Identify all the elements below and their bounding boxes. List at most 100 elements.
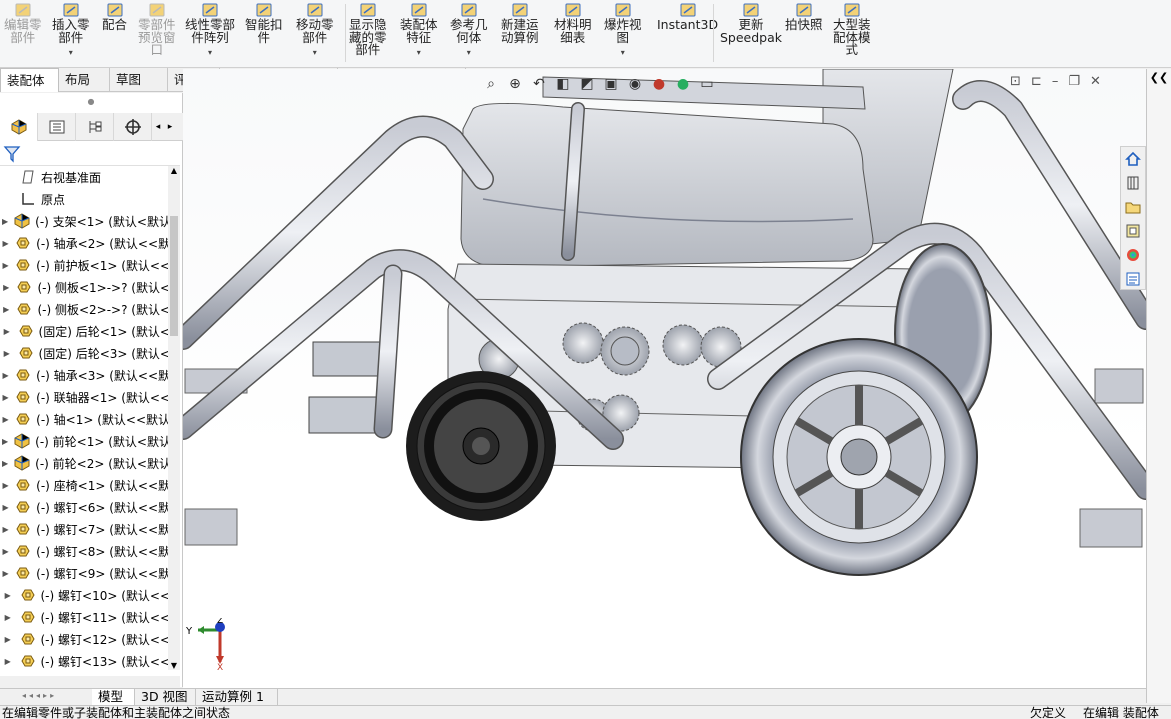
tree-item[interactable]: ▶ (-) 前轮<2> (默认<默认 (0, 452, 170, 474)
restore-left-icon[interactable]: ⊏ (1031, 74, 1042, 89)
expand-arrow-icon[interactable]: ▶ (2, 393, 9, 402)
expand-arrow-icon[interactable]: ▶ (2, 613, 14, 622)
previous-view-icon[interactable]: ↶ (528, 74, 550, 94)
dropdown-arrow-icon[interactable]: ▾ (417, 47, 421, 60)
expand-arrow-icon[interactable]: ▶ (2, 481, 9, 490)
tree-item[interactable]: ▶ (-) 前护板<1> (默认<< (0, 254, 170, 276)
ribbon-show-hidden-button[interactable]: 显示隐 藏的零 部件 (349, 0, 387, 68)
custom-properties-icon[interactable] (1121, 267, 1145, 291)
ribbon-instant3d-button[interactable]: Instant3D (657, 0, 718, 68)
ribbon-component-preview-button[interactable]: 零部件 预览窗 口 (138, 0, 176, 68)
expand-arrow-icon[interactable]: ▶ (2, 305, 10, 314)
home-icon[interactable] (1121, 147, 1145, 171)
expand-arrow-icon[interactable]: ▶ (2, 459, 8, 468)
ribbon-smart-fasteners-button[interactable]: 智能扣 件 (245, 0, 283, 68)
dropdown-arrow-icon[interactable]: ▾ (313, 47, 317, 60)
expand-arrow-icon[interactable]: ▶ (2, 547, 9, 556)
tree-item[interactable]: ▶ (-) 螺钉<6> (默认<<默 (0, 496, 170, 518)
tree-vertical-scrollbar[interactable]: ▲ ▼ (168, 166, 180, 670)
tree-item[interactable]: ▶ (-) 螺钉<8> (默认<<默 (0, 540, 170, 562)
tabs-scroll-left-icon[interactable]: ◂ (152, 113, 164, 140)
ribbon-move-component-button[interactable]: 移动零 部件 ▾ (296, 0, 334, 68)
tree-item[interactable]: ▶ (-) 支架<1> (默认<默认 (0, 210, 170, 232)
view-settings-icon[interactable]: ▭ (696, 74, 718, 94)
scroll-down-icon[interactable]: ▼ (168, 661, 180, 670)
tabs-scroll-right-icon[interactable]: ▸ (164, 113, 176, 140)
zoom-to-area-icon[interactable]: ⊕ (504, 74, 526, 94)
expand-arrow-icon[interactable]: ▶ (2, 261, 9, 270)
ribbon-linear-pattern-button[interactable]: 线性零部 件阵列 ▾ (185, 0, 235, 68)
tree-horizontal-scrollbar[interactable] (0, 676, 180, 688)
expand-arrow-icon[interactable]: ▶ (2, 635, 14, 644)
tree-item[interactable]: ▶ (-) 螺钉<12> (默认<< (0, 628, 170, 650)
tree-item[interactable]: 右视基准面 (0, 166, 170, 188)
expand-arrow-icon[interactable]: ▶ (2, 525, 9, 534)
tab-1[interactable]: 布局 (59, 68, 110, 92)
ribbon-exploded-view-button[interactable]: 爆炸视 图 ▾ (604, 0, 642, 68)
design-library-icon[interactable] (1121, 171, 1145, 195)
tree-item[interactable]: ▶ (-) 螺钉<11> (默认<< (0, 606, 170, 628)
close-icon[interactable]: ✕ (1090, 74, 1101, 89)
scroll-up-icon[interactable]: ▲ (168, 166, 180, 175)
ribbon-speedpak-button[interactable]: 更新 Speedpak (720, 0, 782, 68)
view-palette-icon[interactable] (1121, 219, 1145, 243)
edit-appearance-icon[interactable]: ● (648, 74, 670, 94)
collapse-panel-icon[interactable]: ❮❮ (1147, 71, 1171, 84)
bottom-tab-2[interactable]: 运动算例 1 (196, 689, 278, 706)
ribbon-mate-button[interactable]: 配合 (102, 0, 127, 68)
ribbon-reference-geometry-button[interactable]: 参考几 何体 ▾ (450, 0, 488, 68)
scroll-thumb[interactable] (170, 216, 178, 336)
dropdown-arrow-icon[interactable]: ▾ (69, 47, 73, 60)
tree-item[interactable]: ▶ (固定) 后轮<1> (默认< (0, 320, 170, 342)
filter-icon[interactable] (2, 143, 26, 165)
expand-arrow-icon[interactable]: ▶ (2, 657, 14, 666)
ribbon-large-assembly-button[interactable]: 大型装 配体模 式 (833, 0, 871, 68)
tree-filter-bar[interactable] (0, 142, 180, 166)
dimxpert-tab[interactable] (114, 113, 152, 141)
expand-arrow-icon[interactable]: ▶ (2, 437, 8, 446)
ribbon-bom-button[interactable]: 材料明 细表 (554, 0, 592, 68)
wheelchair-model[interactable] (183, 69, 1146, 703)
maximize-icon[interactable]: ❐ (1068, 74, 1080, 89)
expand-arrow-icon[interactable]: ▶ (2, 327, 12, 336)
tree-item[interactable]: ▶ (-) 座椅<1> (默认<<默 (0, 474, 170, 496)
tree-item[interactable]: ▶ (-) 轴承<2> (默认<<默 (0, 232, 170, 254)
zoom-to-fit-icon[interactable]: ⌕ (480, 74, 502, 94)
appearances-icon[interactable] (1121, 243, 1145, 267)
apply-scene-icon[interactable]: ● (672, 74, 694, 94)
tab-2[interactable]: 草图 (110, 68, 168, 92)
ribbon-edit-part-button[interactable]: 编辑零 部件 (4, 0, 42, 68)
tree-item[interactable]: ▶ (-) 侧板<1>->? (默认< (0, 276, 170, 298)
dropdown-arrow-icon[interactable]: ▾ (467, 47, 471, 60)
bottom-tab-0[interactable]: 模型 (92, 689, 135, 706)
ribbon-new-motion-study-button[interactable]: 新建运 动算例 (501, 0, 539, 68)
tree-item[interactable]: ▶ (-) 螺钉<13> (默认<< (0, 650, 170, 672)
tree-item[interactable]: ▶ (-) 螺钉<10> (默认<< (0, 584, 170, 606)
tree-item[interactable]: ▶ (固定) 后轮<3> (默认< (0, 342, 170, 364)
tree-item[interactable]: ▶ (-) 联轴器<1> (默认<< (0, 386, 170, 408)
dropdown-arrow-icon[interactable]: ▾ (208, 47, 212, 60)
hide-show-items-icon[interactable]: ◉ (624, 74, 646, 94)
tab-nav-buttons[interactable]: ◂◂◂▸▸ (22, 691, 86, 703)
tab-0[interactable]: 装配体 (0, 68, 59, 92)
view-orientation-icon[interactable]: ◩ (576, 74, 598, 94)
expand-arrow-icon[interactable]: ▶ (2, 239, 9, 248)
file-explorer-icon[interactable] (1121, 195, 1145, 219)
tree-item[interactable]: ▶ (-) 前轮<1> (默认<默认 (0, 430, 170, 452)
pin-icon[interactable]: ⊡ (1010, 74, 1021, 89)
ribbon-assembly-feature-button[interactable]: 装配体 特征 ▾ (400, 0, 438, 68)
tree-item[interactable]: ▶ (-) 侧板<2>->? (默认< (0, 298, 170, 320)
section-view-icon[interactable]: ◧ (552, 74, 574, 94)
tree-item[interactable]: ▶ (-) 螺钉<9> (默认<<默 (0, 562, 170, 584)
expand-arrow-icon[interactable]: ▶ (2, 371, 9, 380)
feature-tree-tab[interactable] (0, 113, 38, 141)
tree-item[interactable]: ▶ (-) 螺钉<7> (默认<<默 (0, 518, 170, 540)
ribbon-insert-component-button[interactable]: 插入零 部件 ▾ (52, 0, 90, 68)
display-style-icon[interactable]: ▣ (600, 74, 622, 94)
expand-arrow-icon[interactable]: ▶ (2, 349, 12, 358)
graphics-area[interactable] (183, 69, 1146, 703)
tree-item[interactable]: ▶ (-) 轴承<3> (默认<<默 (0, 364, 170, 386)
property-manager-tab[interactable] (38, 113, 76, 141)
expand-arrow-icon[interactable]: ▶ (2, 415, 9, 424)
splitter-handle[interactable]: ● (0, 93, 182, 111)
